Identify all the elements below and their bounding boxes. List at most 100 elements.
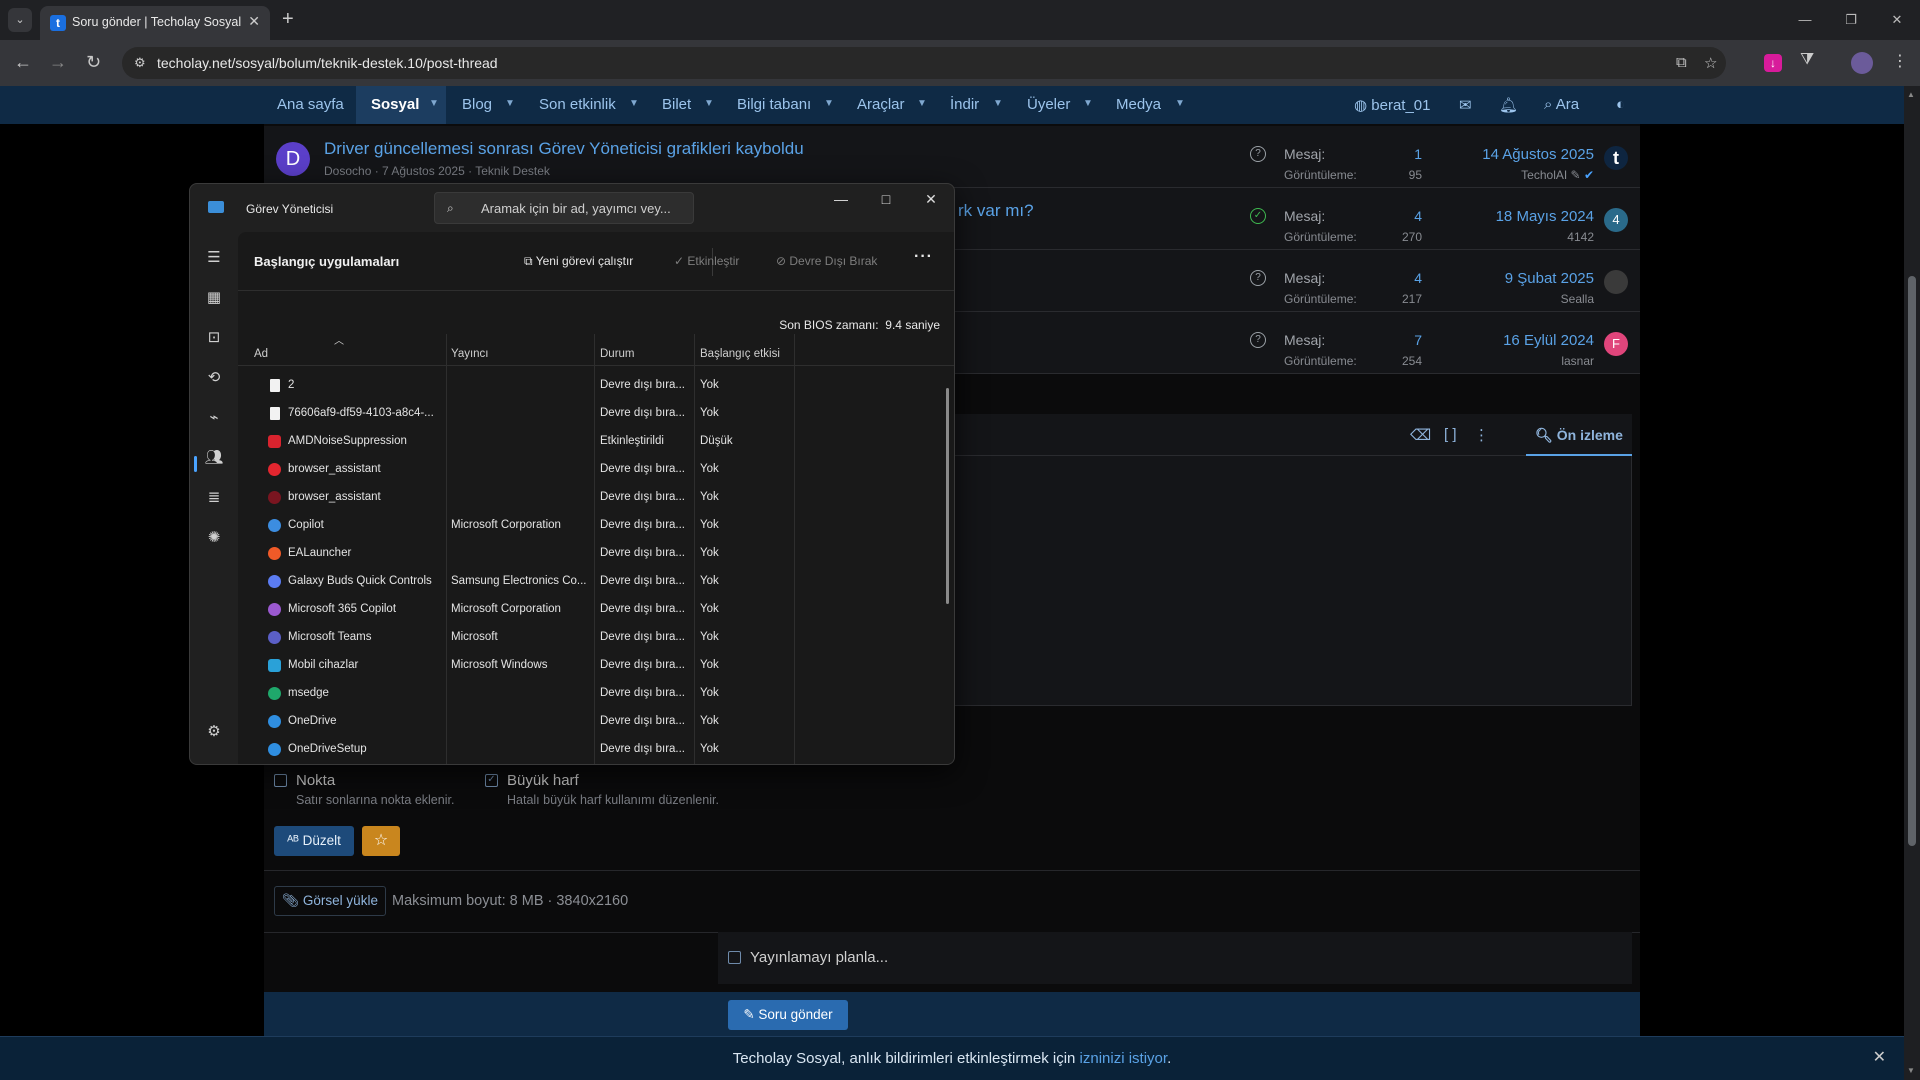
page-scrollbar[interactable]: ▲ ▼	[1904, 86, 1920, 1080]
startup-app-row[interactable]: OneDriveSetup Devre dışı bıra... Yok	[238, 736, 938, 764]
buyuk-harf-checkbox[interactable]: ✓	[485, 774, 498, 787]
startup-app-row[interactable]: OneDrive Devre dışı bıra... Yok	[238, 708, 938, 736]
site-info-icon[interactable]: ⚙	[134, 55, 146, 71]
new-tab-plus-icon[interactable]: +	[282, 8, 294, 31]
chevron-down-icon[interactable]: ▼	[917, 98, 927, 109]
close-banner-icon[interactable]: ✕	[1873, 1047, 1886, 1067]
search-button[interactable]: ⌕ Ara	[1544, 96, 1579, 113]
back-arrow-icon[interactable]: ←	[14, 52, 32, 73]
tab-close-icon[interactable]: ✕	[248, 13, 260, 30]
more-options-icon[interactable]: ⋮	[1474, 426, 1489, 444]
profile-avatar[interactable]	[1851, 52, 1873, 74]
nav-item-ana-sayfa[interactable]: Ana sayfa	[277, 96, 344, 113]
chevron-down-icon[interactable]: ▼	[1175, 98, 1185, 109]
similar-thread-row[interactable]: D Driver güncellemesi sonrası Görev Yöne…	[264, 126, 1640, 188]
last-post-date[interactable]: 9 Şubat 2025	[1464, 270, 1594, 287]
task-manager-titlebar[interactable]: Görev Yöneticisi ⌕ Aramak için bir ad, y…	[190, 184, 954, 232]
chevron-down-icon[interactable]: ▼	[505, 98, 515, 109]
install-app-icon[interactable]: ⧉	[1676, 54, 1687, 71]
startup-app-row[interactable]: 76606af9-df59-4103-a8c4-... Devre dışı bı…	[238, 400, 938, 428]
favorite-star-button[interactable]: ☆	[362, 826, 400, 856]
eraser-icon[interactable]: ⌫	[1410, 426, 1431, 444]
chevron-down-icon[interactable]: ▼	[824, 98, 834, 109]
startup-app-row[interactable]: msedge Devre dışı bıra... Yok	[238, 680, 938, 708]
column-header-status[interactable]: Durum	[600, 348, 635, 360]
last-post-user[interactable]: lasnar	[1464, 354, 1594, 368]
schedule-label[interactable]: Yayınlamayı planla...	[750, 949, 888, 966]
startup-app-row[interactable]: Microsoft 365 Copilot Microsoft Corporati…	[238, 596, 938, 624]
inbox-mail-icon[interactable]: ✉	[1459, 96, 1472, 114]
thread-author-avatar[interactable]: D	[276, 142, 310, 176]
browser-menu-icon[interactable]: ⋮	[1892, 51, 1908, 71]
startup-app-row[interactable]: AMDNoiseSuppression Etkinleştirildi Düşük	[238, 428, 938, 456]
chevron-down-icon[interactable]: ▼	[704, 98, 714, 109]
thread-title[interactable]: rk var mı?	[958, 201, 1034, 221]
task-manager-search-input[interactable]: ⌕ Aramak için bir ad, yayımcı vey...	[434, 192, 694, 224]
scroll-down-arrow-icon[interactable]: ▼	[1907, 1066, 1915, 1075]
column-header-publisher[interactable]: Yayıncı	[451, 348, 489, 360]
tab-search-chevron-icon[interactable]: ⌄	[8, 8, 32, 32]
users-icon[interactable]: 👥︎	[204, 448, 224, 466]
nav-item-araclar[interactable]: Araçlar	[857, 96, 905, 113]
startup-apps-icon[interactable]: ⌁	[204, 408, 224, 426]
startup-app-row[interactable]: 2 Devre dışı bıra... Yok	[238, 372, 938, 400]
startup-app-row[interactable]: Microsoft Teams Microsoft Devre dışı bıra.…	[238, 624, 938, 652]
startup-app-row[interactable]: EALauncher Devre dışı bıra... Yok	[238, 540, 938, 568]
scroll-thumb[interactable]	[1908, 276, 1916, 846]
services-icon[interactable]: ✺	[204, 528, 224, 546]
last-post-user[interactable]: TecholAI ✎ ✔	[1464, 168, 1594, 182]
upload-image-button[interactable]: 📎︎ Görsel yükle	[274, 886, 386, 916]
last-poster-avatar[interactable]: 4	[1604, 208, 1628, 232]
settings-gear-icon[interactable]: ⚙	[204, 722, 224, 740]
extensions-puzzle-icon[interactable]: ⧩	[1800, 51, 1814, 69]
restore-icon[interactable]: ❐	[1828, 0, 1874, 40]
url-text[interactable]: techolay.net/sosyal/bolum/teknik-destek.…	[157, 55, 498, 71]
last-post-user[interactable]: Sealla	[1464, 292, 1594, 306]
startup-app-row[interactable]: Mobil cihazlar Microsoft Windows Devre dış…	[238, 652, 938, 680]
chevron-down-icon[interactable]: ▼	[629, 98, 639, 109]
duzelt-button[interactable]: ᴬᴮ Düzelt	[274, 826, 354, 856]
tm-close-icon[interactable]: ✕	[911, 191, 951, 208]
preview-button[interactable]: 🔍︎ Ön izleme	[1526, 414, 1632, 456]
theme-toggle-icon[interactable]: ◐	[1616, 96, 1625, 113]
last-post-date[interactable]: 16 Eylül 2024	[1464, 332, 1594, 349]
nav-item-sosyal[interactable]: Sosyal	[371, 96, 419, 113]
chevron-down-icon[interactable]: ▼	[993, 98, 1003, 109]
last-poster-avatar[interactable]: t	[1604, 146, 1628, 170]
bookmark-star-icon[interactable]: ☆	[1704, 54, 1717, 72]
last-post-date[interactable]: 18 Mayıs 2024	[1464, 208, 1594, 225]
nav-item-bilgi-tabani[interactable]: Bilgi tabanı	[737, 96, 811, 113]
column-header-startup-impact[interactable]: Başlangıç etkisi	[700, 348, 780, 360]
reload-icon[interactable]: ↻	[86, 52, 101, 73]
message-editor[interactable]	[952, 456, 1632, 706]
startup-app-row[interactable]: browser_assistant Devre dışı bıra... Yok	[238, 456, 938, 484]
schedule-checkbox[interactable]	[728, 951, 741, 964]
app-history-icon[interactable]: ⟲	[204, 368, 224, 386]
column-header-name[interactable]: Ad	[254, 348, 268, 360]
list-scrollbar[interactable]	[946, 388, 949, 604]
tm-maximize-icon[interactable]: □	[866, 191, 906, 207]
submit-question-button[interactable]: ✎ Soru gönder	[728, 1000, 848, 1030]
close-window-icon[interactable]: ✕	[1874, 0, 1920, 40]
nav-item-medya[interactable]: Medya	[1116, 96, 1161, 113]
scroll-up-arrow-icon[interactable]: ▲	[1907, 90, 1915, 99]
last-poster-avatar[interactable]: F	[1604, 332, 1628, 356]
enable-button[interactable]: ✓ Etkinleştir	[674, 254, 739, 268]
startup-app-row[interactable]: Galaxy Buds Quick Controls Samsung Electr…	[238, 568, 938, 596]
download-extension-icon[interactable]: ↓	[1764, 54, 1782, 72]
performance-icon[interactable]: ⊡	[204, 328, 224, 346]
chevron-down-icon[interactable]: ▼	[429, 98, 439, 109]
startup-app-row[interactable]: Copilot Microsoft Corporation Devre dışı b…	[238, 512, 938, 540]
address-bar[interactable]: ⚙ techolay.net/sosyal/bolum/teknik-deste…	[122, 47, 1726, 79]
processes-icon[interactable]: ▦	[204, 288, 224, 306]
nav-item-indir[interactable]: İndir	[950, 96, 979, 113]
run-new-task-button[interactable]: ⧉ Yeni görevi çalıştır	[524, 254, 633, 269]
startup-app-row[interactable]: browser_assistant Devre dışı bıra... Yok	[238, 484, 938, 512]
last-post-date[interactable]: 14 Ağustos 2025	[1464, 146, 1594, 163]
nokta-checkbox[interactable]	[274, 774, 287, 787]
notification-bell-icon[interactable]: 🔔︎	[1499, 96, 1518, 114]
details-list-icon[interactable]: ≣	[204, 488, 224, 506]
permission-link[interactable]: izninizi istiyor	[1080, 1050, 1168, 1067]
forward-arrow-icon[interactable]: →	[49, 52, 67, 73]
nav-item-bilet[interactable]: Bilet	[662, 96, 691, 113]
